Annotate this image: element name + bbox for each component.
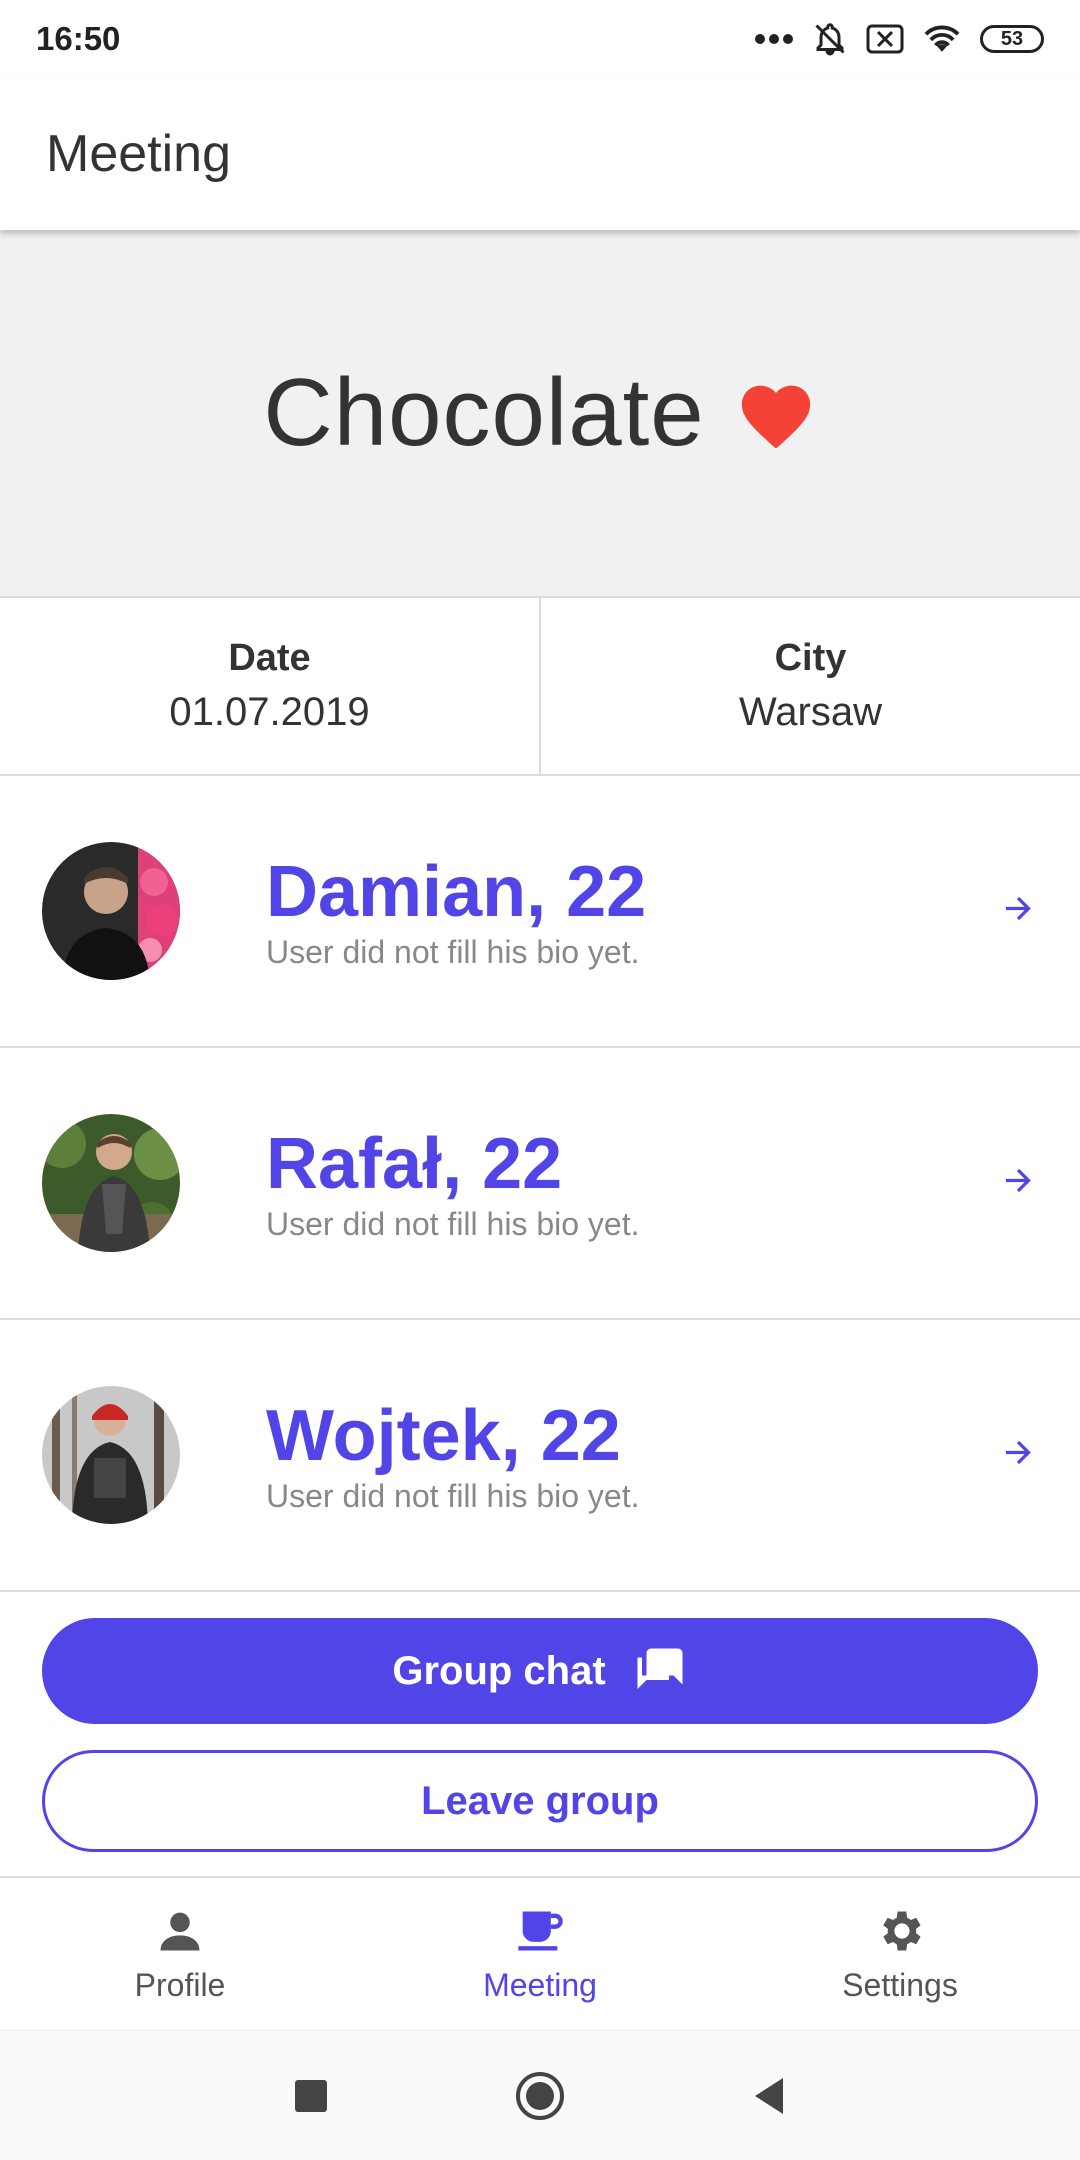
leave-group-label: Leave group bbox=[421, 1778, 659, 1823]
date-label: Date bbox=[228, 637, 311, 679]
system-nav-bar bbox=[0, 2030, 1080, 2160]
nav-label: Profile bbox=[134, 1966, 226, 2003]
leave-group-button[interactable]: Leave group bbox=[42, 1750, 1038, 1852]
wifi-icon bbox=[924, 25, 960, 52]
date-value: 01.07.2019 bbox=[169, 690, 370, 734]
app-bar: Meeting bbox=[0, 78, 1080, 230]
arrow-right-icon[interactable] bbox=[1000, 1435, 1036, 1476]
coffee-icon bbox=[518, 1911, 563, 1950]
member-name: Damian, 22 bbox=[266, 851, 647, 932]
battery-level: 53 bbox=[1000, 27, 1024, 50]
member-text: Damian, 22 User did not fill his bio yet… bbox=[266, 852, 646, 971]
meeting-topic: Chocolate bbox=[263, 359, 705, 466]
arrow-right-icon[interactable] bbox=[1000, 891, 1036, 932]
member-name: Wojtek, 22 bbox=[266, 1395, 621, 1476]
muted-bell-icon bbox=[815, 23, 845, 56]
chat-icon bbox=[632, 1644, 688, 1698]
avatar bbox=[42, 1114, 180, 1252]
member-text: Rafał, 22 User did not fill his bio yet. bbox=[266, 1124, 640, 1243]
member-bio: User did not fill his bio yet. bbox=[266, 1477, 640, 1514]
member-row[interactable]: Wojtek, 22 User did not fill his bio yet… bbox=[0, 1320, 1080, 1592]
avatar bbox=[42, 842, 180, 980]
group-chat-label: Group chat bbox=[392, 1648, 606, 1693]
member-bio: User did not fill his bio yet. bbox=[266, 1205, 640, 1242]
group-chat-button[interactable]: Group chat bbox=[42, 1618, 1038, 1724]
heart-icon bbox=[735, 375, 817, 451]
home-icon[interactable] bbox=[514, 2070, 566, 2122]
date-cell: Date 01.07.2019 bbox=[0, 598, 539, 774]
status-time: 16:50 bbox=[36, 20, 121, 57]
battery-indicator: 53 bbox=[980, 25, 1044, 53]
member-text: Wojtek, 22 User did not fill his bio yet… bbox=[266, 1396, 640, 1515]
person-icon bbox=[160, 1912, 200, 1950]
arrow-right-icon[interactable] bbox=[1000, 1163, 1036, 1204]
bottom-nav: Profile Meeting Settings bbox=[0, 1876, 1080, 2030]
page-title: Meeting bbox=[46, 125, 231, 183]
member-name: Rafał, 22 bbox=[266, 1123, 563, 1204]
meeting-info: Date 01.07.2019 City Warsaw bbox=[0, 598, 1080, 776]
nav-item-meeting[interactable]: Meeting bbox=[360, 1878, 720, 2030]
gear-icon bbox=[883, 1911, 921, 1950]
status-icons: 53 bbox=[754, 21, 1044, 57]
city-label: City bbox=[774, 637, 847, 679]
back-icon[interactable] bbox=[751, 2076, 787, 2116]
member-list: Damian, 22 User did not fill his bio yet… bbox=[0, 776, 1080, 1592]
avatar bbox=[42, 1386, 180, 1524]
sim-off-icon bbox=[866, 24, 904, 54]
meeting-hero: Chocolate bbox=[0, 230, 1080, 598]
recents-icon[interactable] bbox=[293, 2078, 329, 2114]
member-row[interactable]: Damian, 22 User did not fill his bio yet… bbox=[0, 776, 1080, 1048]
nav-label: Meeting bbox=[483, 1966, 597, 2003]
nav-item-settings[interactable]: Settings bbox=[720, 1878, 1080, 2030]
nav-label: Settings bbox=[842, 1966, 958, 2003]
member-row[interactable]: Rafał, 22 User did not fill his bio yet. bbox=[0, 1048, 1080, 1320]
city-cell: City Warsaw bbox=[539, 598, 1080, 774]
city-value: Warsaw bbox=[739, 690, 882, 734]
more-dots-icon bbox=[755, 34, 793, 44]
status-bar: 16:50 53 bbox=[0, 0, 1080, 78]
member-bio: User did not fill his bio yet. bbox=[266, 933, 640, 970]
nav-item-profile[interactable]: Profile bbox=[0, 1878, 360, 2030]
